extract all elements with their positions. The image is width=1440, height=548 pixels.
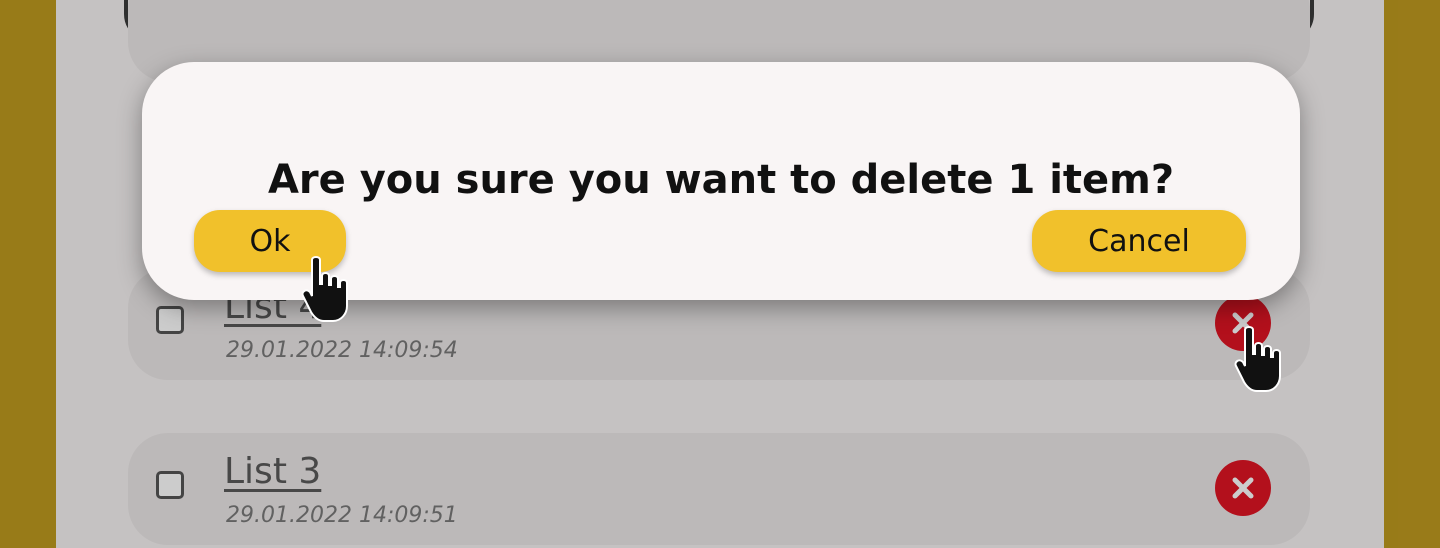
dialog-message: Are you sure you want to delete 1 item? (267, 157, 1175, 203)
cancel-button[interactable]: Cancel (1032, 210, 1246, 272)
confirm-delete-dialog: Are you sure you want to delete 1 item? … (142, 62, 1300, 300)
ok-button[interactable]: Ok (194, 210, 346, 272)
